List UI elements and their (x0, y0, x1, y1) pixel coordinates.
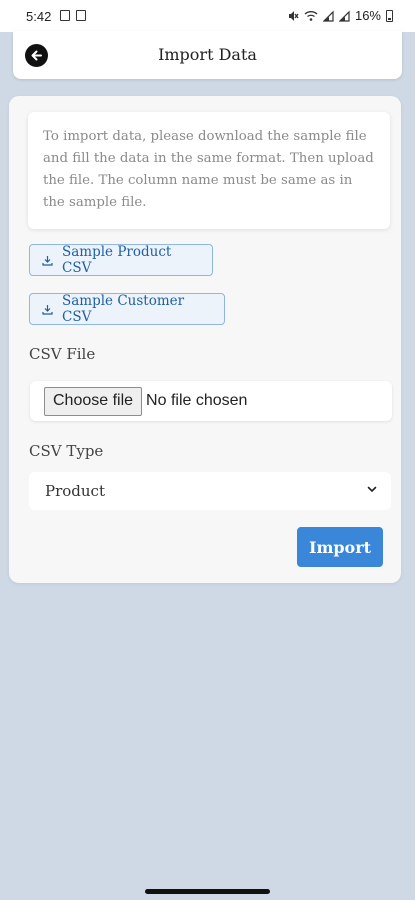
page-title: Import Data (158, 45, 257, 64)
csv-type-selected: Product (45, 482, 105, 500)
status-right: 16% (287, 8, 393, 23)
status-bar: 5:42 16% (0, 0, 415, 32)
sample-customer-label: Sample Customer CSV (62, 293, 185, 325)
import-button[interactable]: Import (297, 527, 383, 567)
status-time: 5:42 (26, 9, 52, 24)
status-left-icons (60, 10, 86, 21)
import-card: To import data, please download the samp… (9, 96, 401, 583)
signal-icon (338, 10, 350, 22)
chevron-down-icon (367, 486, 377, 493)
file-status-text: No file chosen (146, 392, 248, 409)
csv-type-label: CSV Type (29, 442, 104, 460)
sample-product-label: Sample Product CSV (62, 244, 172, 276)
signal-icon (322, 10, 334, 22)
battery-level: 16% (354, 8, 381, 23)
sample-customer-csv-button[interactable]: Sample Customer CSV (29, 293, 225, 325)
home-indicator[interactable] (145, 889, 270, 894)
notification-icon (76, 10, 86, 21)
choose-file-button[interactable]: Choose file (44, 386, 143, 416)
wifi-icon (304, 10, 318, 21)
battery-icon (386, 9, 393, 22)
info-box: To import data, please download the samp… (28, 112, 390, 229)
sample-product-csv-button[interactable]: Sample Product CSV (29, 244, 213, 276)
app-header: Import Data (13, 31, 402, 79)
csv-type-select[interactable]: Product (29, 472, 391, 510)
download-icon (42, 255, 53, 266)
csv-file-label: CSV File (29, 345, 96, 363)
csv-file-input[interactable]: Choose file No file chosen (30, 381, 392, 421)
download-icon (42, 304, 53, 315)
mute-icon (288, 10, 299, 21)
image-icon (60, 10, 70, 21)
